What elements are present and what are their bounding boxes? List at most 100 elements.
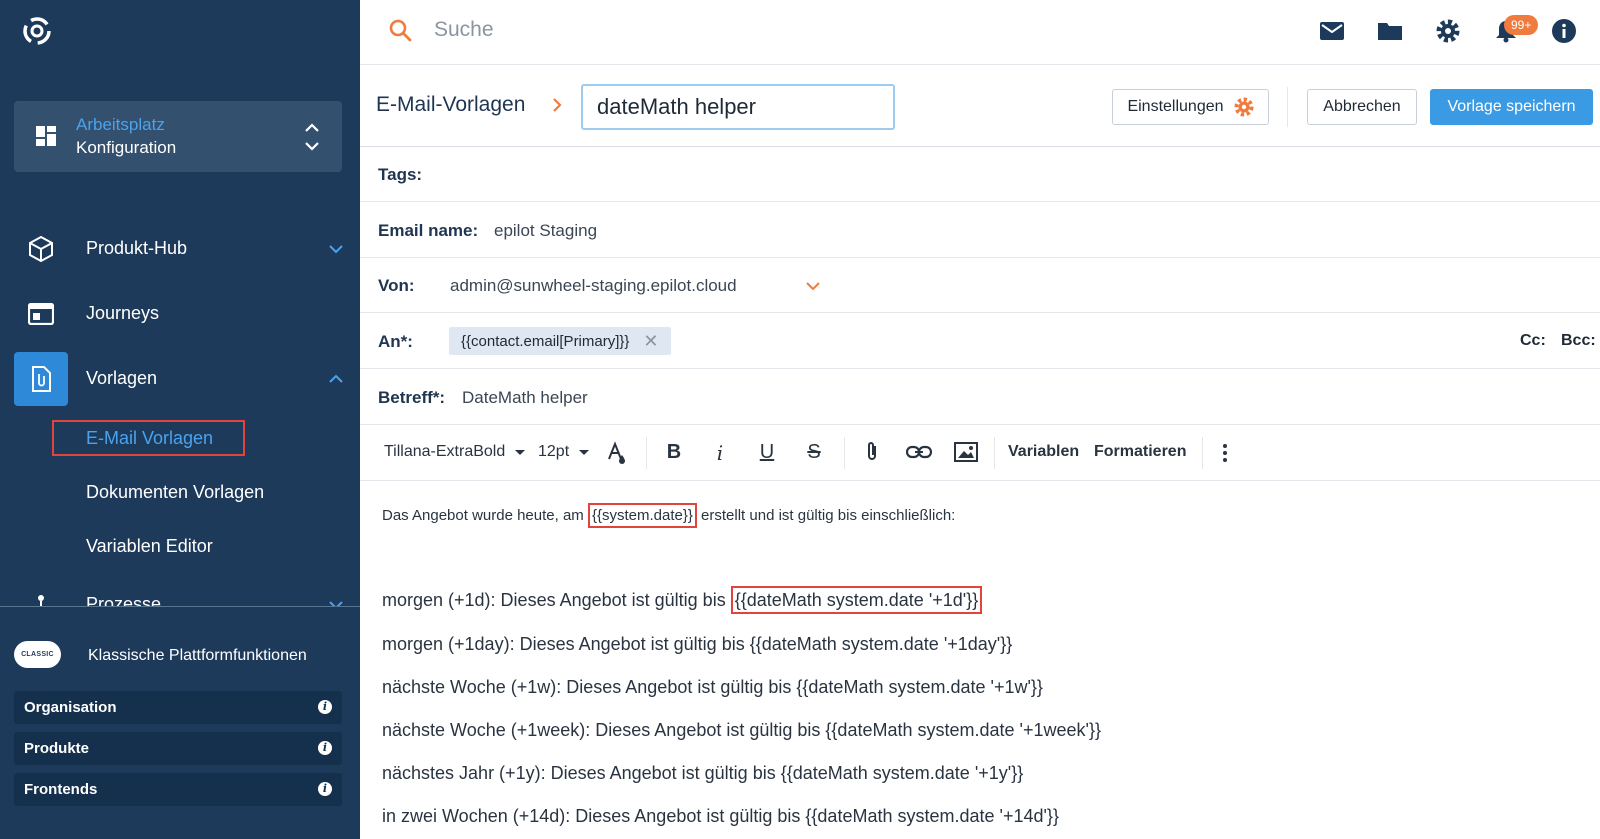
workspace-subtitle: Konfiguration xyxy=(76,138,177,157)
cc-toggle[interactable]: Cc: xyxy=(1520,332,1546,350)
subject-label: Betreff*: xyxy=(378,388,446,407)
nav-label: Vorlagen xyxy=(86,368,158,388)
classic-badge: CLASSIC xyxy=(14,641,61,668)
variable-highlight: {{system.date}} xyxy=(587,503,697,528)
dashboard-icon xyxy=(36,126,56,146)
toolbar-separator xyxy=(994,437,995,469)
from-value[interactable]: admin@sunwheel-staging.epilot.cloud xyxy=(450,276,737,296)
cancel-button[interactable]: Abbrechen xyxy=(1307,89,1417,125)
toolbar-separator xyxy=(1202,437,1203,469)
caret-down-icon xyxy=(515,450,526,455)
info-icon[interactable]: i xyxy=(318,741,332,755)
legacy-label: Organisation xyxy=(24,699,117,716)
nav-label: Produkt-Hub xyxy=(86,238,188,258)
body-paragraph[interactable]: in zwei Wochen (+14d): Dieses Angebot is… xyxy=(382,806,1059,827)
toolbar-separator xyxy=(844,437,845,469)
bold-icon[interactable]: B xyxy=(662,441,686,464)
chevron-right-icon xyxy=(553,98,562,112)
underline-icon[interactable]: U xyxy=(755,441,779,464)
nav-item-journeys[interactable]: Journeys xyxy=(14,287,344,341)
toolbar-separator xyxy=(646,437,647,469)
info-icon[interactable]: i xyxy=(318,782,332,796)
app-root: Arbeitsplatz Konfiguration Produkt-Hub J… xyxy=(0,0,1600,839)
body-paragraph[interactable]: morgen (+1day): Dieses Angebot ist gülti… xyxy=(382,634,1012,655)
text-color-icon[interactable] xyxy=(606,441,628,465)
legacy-item-frontends[interactable]: Frontends i xyxy=(14,773,342,806)
recipient-chip[interactable]: {{contact.email[Primary]}} ✕ xyxy=(449,327,671,355)
body-paragraph-2[interactable]: morgen (+1d): Dieses Angebot ist gültig … xyxy=(382,586,983,614)
nav-label: Prozesse xyxy=(86,594,162,606)
body-text: Das Angebot wurde heute, am xyxy=(382,507,588,524)
subject-value[interactable]: DateMath helper xyxy=(462,388,588,408)
body-paragraph[interactable]: nächste Woche (+1w): Dieses Angebot ist … xyxy=(382,677,1043,698)
body-paragraph[interactable]: nächstes Jahr (+1y): Dieses Angebot ist … xyxy=(382,763,1023,784)
legacy-item-produkte[interactable]: Produkte i xyxy=(14,732,342,765)
classic-label: Klassische Plattformfunktionen xyxy=(88,647,307,664)
legacy-label: Frontends xyxy=(24,781,98,798)
settings-button[interactable]: Einstellungen xyxy=(1112,89,1269,125)
italic-icon[interactable]: i xyxy=(708,441,732,465)
tags-label: Tags: xyxy=(378,165,423,184)
search-input[interactable] xyxy=(434,14,934,46)
body-paragraph[interactable]: nächste Woche (+1week): Dieses Angebot i… xyxy=(382,720,1101,741)
font-size-value: 12pt xyxy=(538,443,570,460)
body-text: erstellt und ist gültig bis einschließli… xyxy=(696,507,956,524)
chevron-up-icon xyxy=(329,374,343,383)
info-icon[interactable]: i xyxy=(318,700,332,714)
email-name-value[interactable]: epilot Staging xyxy=(494,221,597,241)
nav-item-prozesse[interactable]: Prozesse xyxy=(14,578,344,606)
chevron-down-icon[interactable] xyxy=(805,280,821,292)
link-icon[interactable] xyxy=(906,442,932,462)
save-template-button[interactable]: Vorlage speichern xyxy=(1430,89,1593,125)
to-row: An*: {{contact.email[Primary]}} ✕ Cc: Bc… xyxy=(360,314,1600,369)
legacy-label: Produkte xyxy=(24,740,90,757)
gear-icon xyxy=(1234,97,1254,117)
breadcrumb[interactable]: E-Mail-Vorlagen xyxy=(376,93,525,117)
recipient-chip-label: {{contact.email[Primary]}} xyxy=(461,332,630,350)
image-icon[interactable] xyxy=(954,441,978,463)
folder-icon[interactable] xyxy=(1377,18,1403,44)
cube-icon xyxy=(14,222,68,276)
nav-label: Journeys xyxy=(86,303,160,323)
workspace-title: Arbeitsplatz xyxy=(76,115,165,134)
bcc-toggle[interactable]: Bcc: xyxy=(1561,332,1596,350)
template-name-input[interactable] xyxy=(581,84,895,130)
process-icon xyxy=(14,578,68,606)
body-paragraph-1[interactable]: Das Angebot wurde heute, am {{system.dat… xyxy=(382,503,956,528)
editor-header: E-Mail-Vorlagen Einstellungen Abbrechen … xyxy=(360,65,1600,147)
from-row[interactable]: Von: admin@sunwheel-staging.epilot.cloud xyxy=(360,258,1600,313)
settings-label: Einstellungen xyxy=(1127,98,1224,115)
email-name-label: Email name: xyxy=(378,221,479,240)
chevron-down-icon xyxy=(329,245,343,254)
nav-item-produkt-hub[interactable]: Produkt-Hub xyxy=(14,222,344,276)
mail-icon[interactable] xyxy=(1319,18,1345,44)
header-divider xyxy=(1287,87,1288,127)
sidebar-item-email-vorlagen[interactable]: E-Mail Vorlagen xyxy=(86,428,213,449)
body-text: morgen (+1d): Dieses Angebot ist gültig … xyxy=(382,590,731,610)
from-label: Von: xyxy=(378,276,415,295)
epilot-logo-icon[interactable] xyxy=(20,14,54,48)
to-label: An*: xyxy=(378,332,413,351)
sidebar-item-dokumenten-vorlagen[interactable]: Dokumenten Vorlagen xyxy=(86,482,264,503)
legacy-item-organisation[interactable]: Organisation i xyxy=(14,691,342,724)
variables-button[interactable]: Variablen xyxy=(1008,435,1079,469)
tags-row[interactable]: Tags: xyxy=(360,147,1600,202)
top-bar xyxy=(360,0,1600,65)
more-vertical-icon[interactable] xyxy=(1222,443,1228,463)
attachment-icon[interactable] xyxy=(862,440,882,464)
font-size-select[interactable]: 12pt xyxy=(538,435,591,469)
chevron-down-icon xyxy=(329,601,343,606)
editor-toolbar: Tillana-ExtraBold 12pt B i U S Variablen… xyxy=(360,425,1600,481)
strikethrough-icon[interactable]: S xyxy=(802,441,826,464)
workspace-switcher[interactable]: Arbeitsplatz Konfiguration xyxy=(14,101,342,172)
nav-item-vorlagen[interactable]: Vorlagen xyxy=(14,352,344,406)
sidebar-item-variablen-editor[interactable]: Variablen Editor xyxy=(86,536,213,557)
font-family-select[interactable]: Tillana-ExtraBold xyxy=(384,435,527,469)
info-icon[interactable] xyxy=(1551,18,1577,44)
format-button[interactable]: Formatieren xyxy=(1094,435,1186,469)
gear-icon[interactable] xyxy=(1435,18,1461,44)
variable-highlight: {{dateMath system.date '+1d'}} xyxy=(730,586,983,614)
font-family-value: Tillana-ExtraBold xyxy=(384,443,506,460)
close-icon[interactable]: ✕ xyxy=(643,331,658,352)
email-name-row: Email name: epilot Staging xyxy=(360,203,1600,258)
